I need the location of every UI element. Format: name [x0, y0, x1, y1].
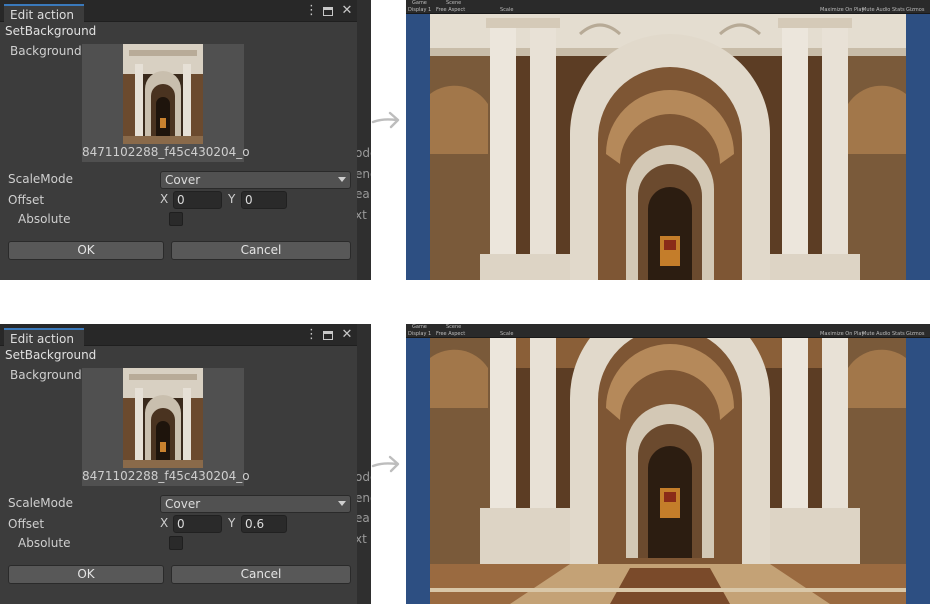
dialog-tab-bar: Edit action ⋮ ✕ [0, 0, 357, 23]
tab-scene[interactable]: Scene [446, 324, 461, 331]
texture-field[interactable]: 8471102288_f45c430204_o [82, 44, 250, 162]
dialog-tab-bar: Edit action ⋮ ✕ [0, 324, 357, 347]
cancel-button[interactable]: Cancel [171, 565, 351, 584]
background-window-text: ode [355, 146, 371, 160]
kebab-menu-icon[interactable]: ⋮ [305, 3, 318, 19]
action-heading: SetBackground [5, 348, 97, 362]
background-window-edge [357, 324, 371, 604]
cancel-button[interactable]: Cancel [171, 241, 351, 260]
maximize-icon[interactable] [323, 327, 335, 343]
offset-x-label: X [160, 192, 169, 206]
close-icon[interactable]: ✕ [341, 3, 353, 19]
game-view-toolbar: Game Scene Display 1 Free Aspect Scale M… [406, 0, 930, 14]
scale-slider-label: Scale [500, 7, 514, 13]
chevron-down-icon [338, 177, 346, 182]
ok-button[interactable]: OK [8, 241, 164, 260]
display-dropdown[interactable]: Display 1 [408, 7, 431, 14]
gizmos-dropdown[interactable]: Gizmos [906, 331, 924, 338]
scale-mode-value: Cover [165, 497, 201, 511]
absolute-label: Absolute [18, 536, 71, 550]
tab-edit-action[interactable]: Edit action [4, 328, 84, 347]
offset-y-field[interactable]: 0.6 [241, 515, 287, 533]
texture-name: 8471102288_f45c430204_o [82, 469, 250, 483]
offset-x-label: X [160, 516, 169, 530]
offset-x-field[interactable]: 0 [173, 191, 222, 209]
close-icon[interactable]: ✕ [341, 327, 353, 343]
maximize-on-play-toggle[interactable]: Maximize On Play [820, 331, 864, 338]
game-view-preview: Game Scene Display 1 Free Aspect Scale M… [406, 324, 930, 604]
tab-game[interactable]: Game [412, 0, 427, 7]
edit-action-dialog: Edit action ⋮ ✕ SetBackground Background [0, 324, 357, 604]
scale-mode-dropdown[interactable]: Cover [160, 495, 351, 513]
absolute-checkbox[interactable] [169, 536, 183, 550]
edit-action-panel: ode end ea xt Edit action ⋮ ✕ SetBackgro… [0, 0, 371, 280]
background-image [430, 338, 906, 604]
background-window-edge [357, 0, 371, 280]
texture-thumbnail [123, 368, 203, 468]
scale-mode-label: ScaleMode [8, 496, 73, 510]
absolute-label: Absolute [18, 212, 71, 226]
aspect-dropdown[interactable]: Free Aspect [436, 7, 465, 14]
background-image [430, 14, 906, 280]
scale-mode-label: ScaleMode [8, 172, 73, 186]
arrow-right-icon [371, 111, 400, 129]
game-view-preview: Game Scene Display 1 Free Aspect Scale M… [406, 0, 930, 280]
tab-scene[interactable]: Scene [446, 0, 461, 7]
arrow-right-icon [371, 455, 400, 473]
game-view-toolbar: Game Scene Display 1 Free Aspect Scale M… [406, 324, 930, 338]
background-window-text: end [355, 167, 371, 181]
scale-mode-value: Cover [165, 173, 201, 187]
absolute-checkbox[interactable] [169, 212, 183, 226]
action-heading: SetBackground [5, 24, 97, 38]
offset-y-label: Y [228, 192, 236, 206]
maximize-icon[interactable] [323, 3, 335, 19]
texture-thumbnail [123, 44, 203, 144]
edit-action-panel: ode end ea xt Edit action ⋮ ✕ SetBackgro… [0, 324, 371, 604]
background-label: Background [10, 44, 82, 58]
kebab-menu-icon[interactable]: ⋮ [305, 327, 318, 343]
chevron-down-icon [338, 501, 346, 506]
ok-button[interactable]: OK [8, 565, 164, 584]
mute-audio-toggle[interactable]: Mute Audio [862, 331, 890, 338]
texture-field[interactable]: 8471102288_f45c430204_o [82, 368, 250, 486]
tab-edit-action[interactable]: Edit action [4, 4, 84, 23]
scale-mode-dropdown[interactable]: Cover [160, 171, 351, 189]
aspect-dropdown[interactable]: Free Aspect [436, 331, 465, 338]
display-dropdown[interactable]: Display 1 [408, 331, 431, 338]
texture-name: 8471102288_f45c430204_o [82, 145, 250, 159]
scale-slider-label: Scale [500, 331, 514, 337]
offset-x-field[interactable]: 0 [173, 515, 222, 533]
stats-toggle[interactable]: Stats [892, 7, 905, 14]
edit-action-dialog: Edit action ⋮ ✕ SetBackground Background [0, 0, 357, 280]
stats-toggle[interactable]: Stats [892, 331, 905, 338]
maximize-on-play-toggle[interactable]: Maximize On Play [820, 7, 864, 14]
background-window-text: ea [355, 511, 370, 525]
background-window-text: ea [355, 187, 370, 201]
offset-y-field[interactable]: 0 [241, 191, 287, 209]
background-label: Background [10, 368, 82, 382]
mute-audio-toggle[interactable]: Mute Audio [862, 7, 890, 14]
background-window-text: ode [355, 470, 371, 484]
background-window-text: end [355, 491, 371, 505]
tab-game[interactable]: Game [412, 324, 427, 331]
gizmos-dropdown[interactable]: Gizmos [906, 7, 924, 14]
offset-y-label: Y [228, 516, 236, 530]
offset-label: Offset [8, 193, 45, 207]
offset-label: Offset [8, 517, 45, 531]
